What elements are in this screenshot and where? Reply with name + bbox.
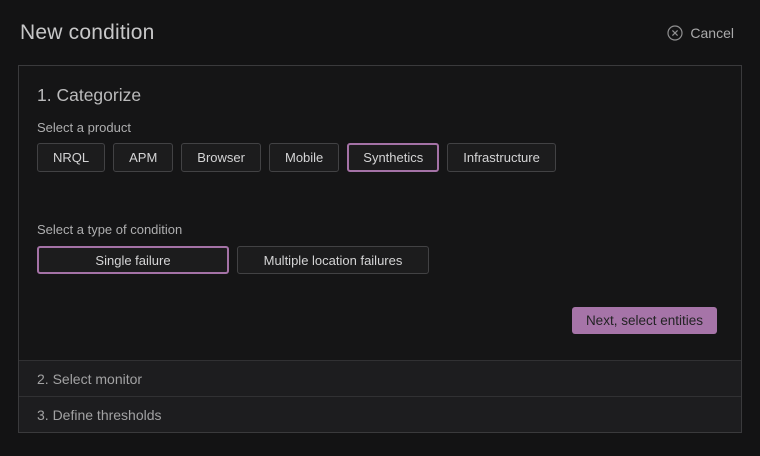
cancel-label: Cancel bbox=[690, 25, 734, 41]
condition-type-button-multiple-location-failures[interactable]: Multiple location failures bbox=[237, 246, 429, 274]
step-categorize-heading: 1. Categorize bbox=[37, 85, 717, 106]
product-button-apm[interactable]: APM bbox=[113, 143, 173, 172]
next-button-row: Next, select entities bbox=[37, 307, 717, 334]
product-button-infrastructure[interactable]: Infrastructure bbox=[447, 143, 556, 172]
circled-x-icon bbox=[667, 25, 683, 41]
step-select-monitor-header[interactable]: 2. Select monitor bbox=[19, 360, 741, 396]
product-button-mobile[interactable]: Mobile bbox=[269, 143, 339, 172]
next-select-entities-button[interactable]: Next, select entities bbox=[572, 307, 717, 334]
product-button-row: NRQL APM Browser Mobile Synthetics Infra… bbox=[37, 143, 717, 172]
step-define-thresholds-header[interactable]: 3. Define thresholds bbox=[19, 396, 741, 432]
condition-type-button-single-failure[interactable]: Single failure bbox=[37, 246, 229, 274]
new-condition-wizard: 1. Categorize Select a product NRQL APM … bbox=[18, 65, 742, 433]
header: New condition Cancel bbox=[0, 0, 760, 45]
page-title: New condition bbox=[20, 21, 155, 45]
product-button-nrql[interactable]: NRQL bbox=[37, 143, 105, 172]
product-button-browser[interactable]: Browser bbox=[181, 143, 261, 172]
step-define-thresholds-heading: 3. Define thresholds bbox=[37, 407, 162, 423]
select-product-label: Select a product bbox=[37, 120, 717, 135]
product-button-synthetics[interactable]: Synthetics bbox=[347, 143, 439, 172]
step-categorize-section: 1. Categorize Select a product NRQL APM … bbox=[19, 66, 741, 360]
step-select-monitor-heading: 2. Select monitor bbox=[37, 371, 142, 387]
cancel-button[interactable]: Cancel bbox=[667, 25, 734, 41]
condition-type-button-row: Single failure Multiple location failure… bbox=[37, 246, 717, 274]
condition-type-label: Select a type of condition bbox=[37, 222, 717, 237]
